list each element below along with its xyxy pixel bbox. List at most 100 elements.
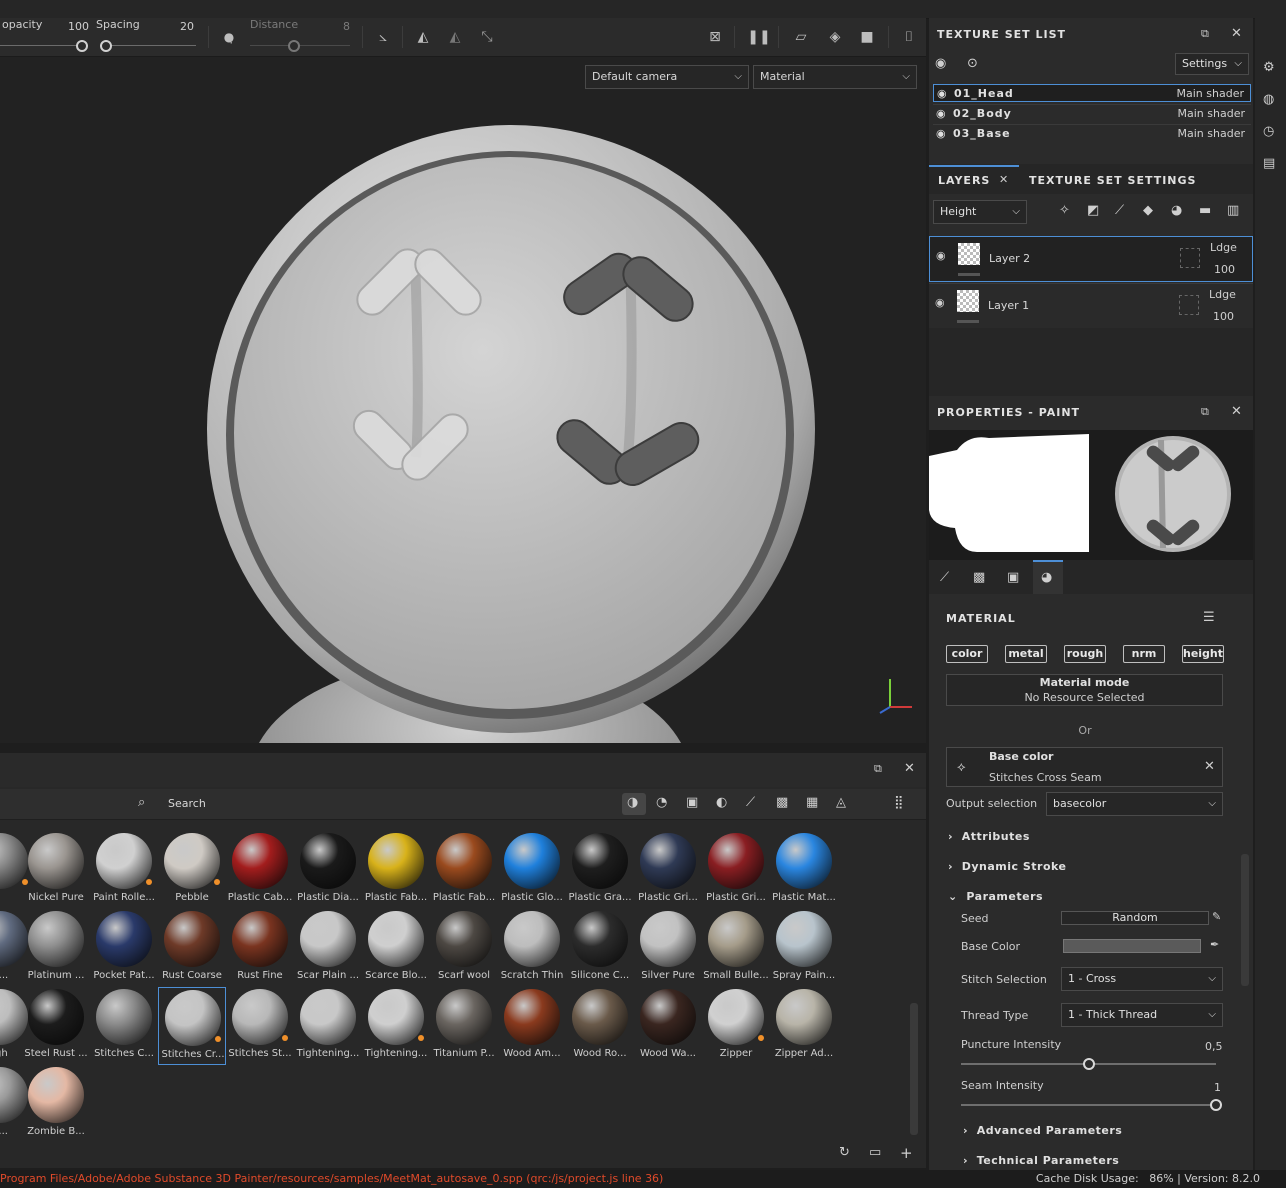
shelf-scrollbar[interactable] [910,1003,918,1135]
shelf-material-item[interactable]: Scarf wool [430,909,498,987]
display-settings-icon[interactable]: ⚙ [1263,60,1275,75]
channel-toggle-metal[interactable]: metal [1005,645,1047,663]
textures-filter-icon[interactable]: ▦ [806,795,818,810]
spacing-value[interactable]: 20 [180,20,194,33]
base-color-swatch[interactable] [1063,939,1201,953]
attributes-section[interactable]: › Attributes [948,830,1030,843]
seam-intensity-value[interactable]: 1 [1214,1081,1221,1094]
shelf-material-item[interactable]: Plastic Gri... [634,831,702,909]
float-panel-icon[interactable]: ⧉ [1201,405,1209,419]
properties-scrollbar[interactable] [1241,854,1249,986]
shelf-material-item[interactable]: Zipper Ad... [770,987,838,1065]
3d-viewport[interactable]: Default camera ⌵ Material ⌵ [0,57,926,743]
material-menu-icon[interactable]: ☰ [1203,610,1215,625]
masks-filter-icon[interactable]: ▣ [686,795,698,810]
seam-slider-knob[interactable] [1210,1099,1222,1111]
shelf-material-item[interactable]: Stitches C... [90,987,158,1065]
environments-filter-icon[interactable]: ◬ [836,795,846,810]
channel-toggle-nrm[interactable]: nrm [1123,645,1165,663]
add-mask-icon[interactable]: ◕ [1171,203,1182,218]
search-input[interactable]: Search [168,797,206,810]
layer-name[interactable]: Layer 1 [988,299,1029,312]
thread-type-select[interactable]: 1 - Thick Thread ⌵ [1061,1003,1223,1027]
brush-tab-icon[interactable]: ⟋ [940,570,949,585]
add-icon[interactable]: + [900,1144,913,1162]
grid-view-icon[interactable]: ⣿ [894,795,904,810]
texture-set-row[interactable]: ◉ 03_Base Main shader [933,124,1251,143]
layer-blend-mode[interactable]: Ldge [1210,241,1237,254]
clear-resource-icon[interactable]: ✕ [1204,759,1215,774]
shelf-material-item[interactable]: Titanium P... [430,987,498,1065]
shader-settings-icon[interactable]: ◍ [1263,92,1274,107]
delete-icon[interactable]: ▥ [1227,203,1239,218]
solo-eye-icon[interactable]: ⊙ [967,56,978,71]
shelf-material-item[interactable]: Tightening... [362,987,430,1065]
shader-name[interactable]: Main shader [1177,85,1244,103]
shelf-material-item[interactable]: Wood Am... [498,987,566,1065]
technical-parameters-section[interactable]: › Technical Parameters [963,1154,1119,1167]
close-tab-icon[interactable]: ✕ [999,173,1008,186]
seam-slider-track[interactable] [961,1104,1216,1106]
opacity-slider-knob[interactable] [76,40,88,52]
layer-opacity[interactable]: 100 [1213,310,1234,323]
cube-view-icon[interactable]: ◈ [824,26,846,48]
alpha-tab-icon[interactable]: ▩ [973,570,985,585]
shelf-material-item[interactable]: Paint Rolle... [90,831,158,909]
edit-pencil-icon[interactable]: ✎ [1212,910,1221,923]
shelf-material-item[interactable]: Silver Pure [634,909,702,987]
screenshot-camera-icon[interactable]: ⌷ [898,26,920,48]
float-panel-icon[interactable]: ⧉ [874,762,882,776]
shelf-material-item[interactable]: Plastic Dia... [294,831,362,909]
spacing-slider-knob[interactable] [100,40,112,52]
parameters-section[interactable]: ⌄ Parameters [948,890,1043,903]
shelf-material-item[interactable]: Nickel Pure [22,831,90,909]
shelf-material-item[interactable]: Platinum ... [22,909,90,987]
dynamic-stroke-section[interactable]: › Dynamic Stroke [948,860,1066,873]
resource-slot[interactable]: ⟡ Base color Stitches Cross Seam ✕ [946,747,1223,787]
channel-toggle-height[interactable]: height [1182,645,1224,663]
layer-opacity[interactable]: 100 [1214,263,1235,276]
shelf-material-item[interactable]: Tightening... [294,987,362,1065]
texture-set-row[interactable]: ◉ 01_Head Main shader [933,84,1251,102]
shelf-material-item[interactable]: Stitches St... [226,987,294,1065]
stencil-tab-icon[interactable]: ▣ [1007,570,1019,585]
shelf-material-item[interactable]: Plastic Fab... [430,831,498,909]
add-paint-layer-icon[interactable]: ⟋ [1115,203,1124,218]
output-selection-select[interactable]: basecolor ⌵ [1046,792,1223,816]
stroke-angle-icon[interactable]: ⦣ [372,26,394,48]
shelf-material-item[interactable]: Plastic Glo... [498,831,566,909]
texture-set-settings-select[interactable]: Settings ⌵ [1175,53,1249,75]
alphas-filter-icon[interactable]: ▩ [776,795,788,810]
layer-mask-slot[interactable] [1179,295,1199,315]
shelf-material-item[interactable]: Rust Fine [226,909,294,987]
shelf-material-item[interactable]: Spray Pain... [770,909,838,987]
symmetry-settings-icon[interactable]: ◭ [444,26,466,48]
shelf-material-item[interactable]: Plastic Cab... [226,831,294,909]
layer-visibility-eye-icon[interactable]: ◉ [935,296,945,309]
shelf-material-item[interactable]: Scar Plain ... [294,909,362,987]
layer-name[interactable]: Layer 2 [989,252,1030,265]
close-icon[interactable]: ✕ [1231,26,1242,41]
puncture-intensity-value[interactable]: 0,5 [1205,1040,1223,1053]
add-effect-icon[interactable]: ✧ [1059,203,1070,218]
shelf-material-item[interactable]: Plastic Gra... [566,831,634,909]
random-seed-button[interactable]: Random [1061,911,1209,925]
layer-mask-slot[interactable] [1180,248,1200,268]
opacity-slider-track[interactable] [0,45,82,46]
close-icon[interactable]: ✕ [1231,404,1242,419]
channel-select[interactable]: Height ⌵ [933,200,1027,224]
add-fill-layer-icon[interactable]: ◩ [1087,203,1099,218]
tab-texture-set-settings[interactable]: TEXTURE SET SETTINGS [1029,174,1196,187]
stitch-selection-select[interactable]: 1 - Cross ⌵ [1061,967,1223,991]
refresh-icon[interactable]: ↻ [839,1145,850,1160]
shelf-material-item[interactable]: Stitches Cr... [158,987,226,1065]
shelf-material-item[interactable]: Pebble [158,831,226,909]
camera-video-icon[interactable]: ■ [856,26,878,48]
float-panel-icon[interactable]: ⧉ [1201,27,1209,41]
shelf-material-item[interactable]: Plastic Gri... [702,831,770,909]
view-mode-icon[interactable]: ▱ [790,26,812,48]
add-folder-icon[interactable]: ▬ [1199,203,1211,218]
tab-layers[interactable]: LAYERS [938,174,990,187]
folder-icon[interactable]: ▭ [869,1145,881,1160]
history-icon[interactable]: ◷ [1263,124,1274,139]
